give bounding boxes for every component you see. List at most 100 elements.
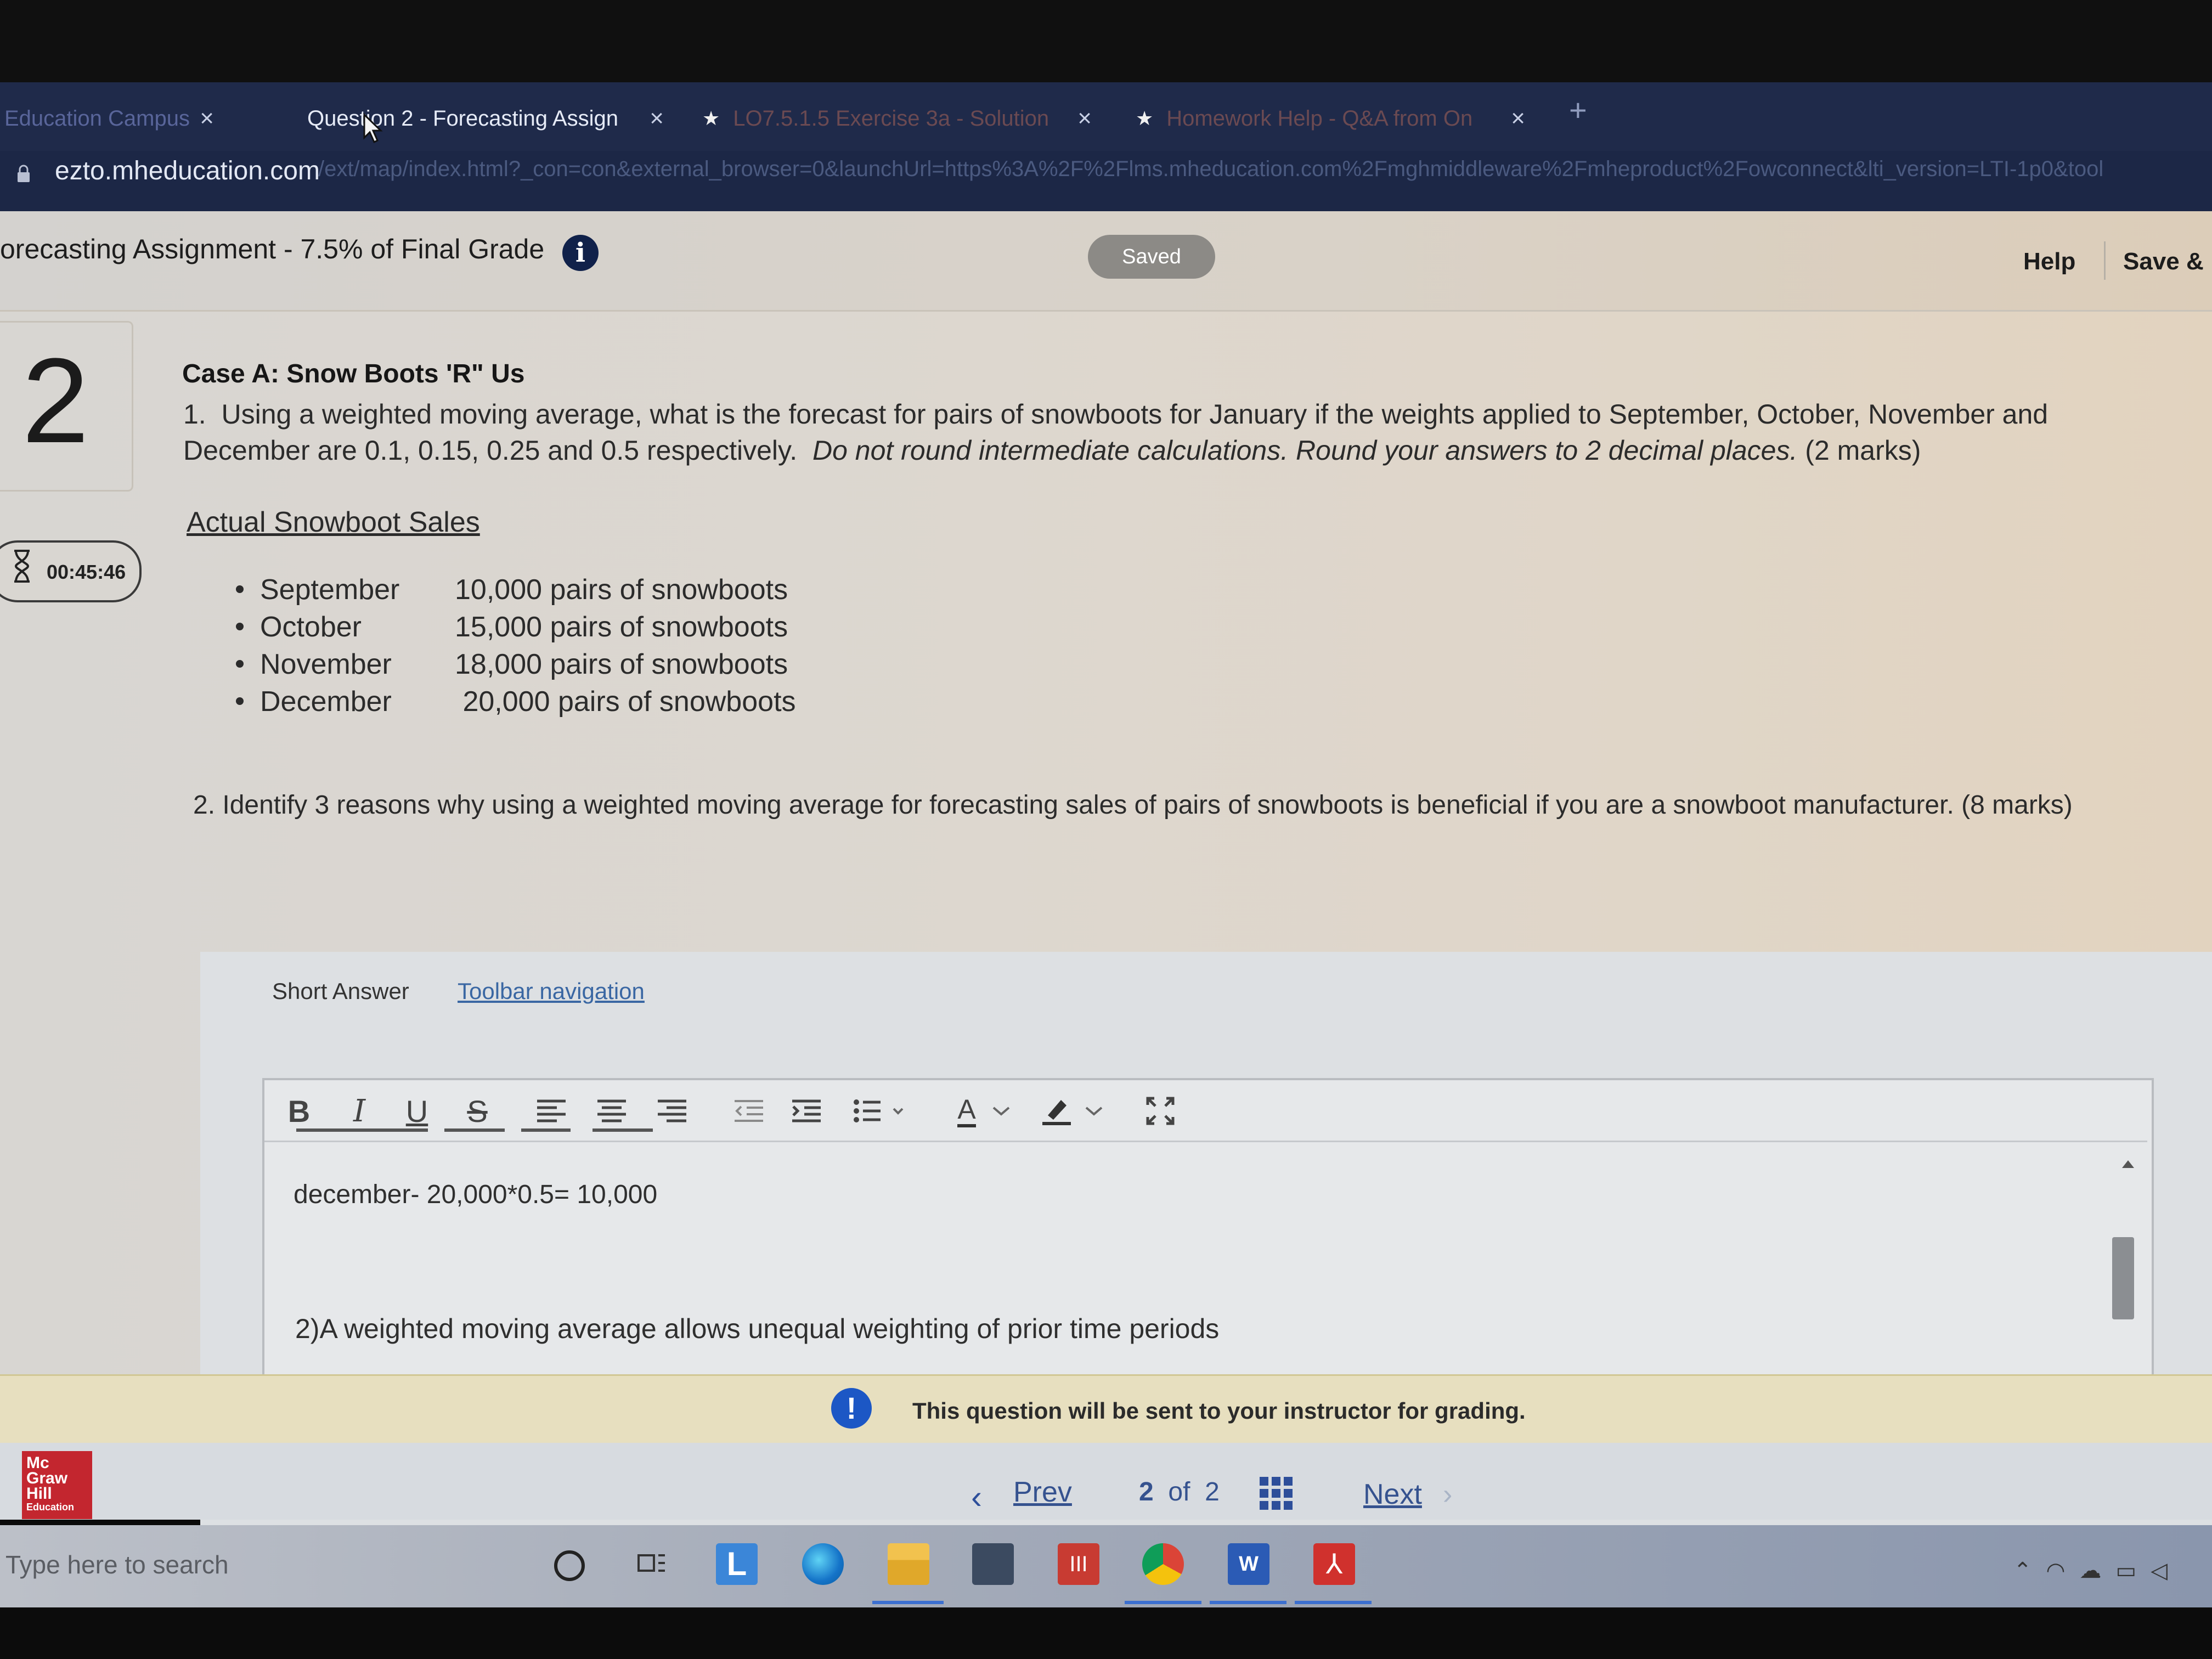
tab-label: Education Campus (4, 106, 190, 131)
fullscreen-button[interactable] (1144, 1084, 1177, 1138)
tab-education-campus[interactable]: Education Campus × (0, 94, 219, 143)
clipped-previous-line (296, 1128, 713, 1136)
task-view-icon[interactable] (636, 1550, 667, 1576)
edge-browser-icon[interactable] (802, 1543, 844, 1585)
answer-text-line[interactable]: december- 20,000*0.5= 10,000 (294, 1180, 657, 1210)
logo-line: Education (26, 1502, 75, 1513)
scroll-up-icon[interactable] (2122, 1160, 2134, 1168)
question-1-number: 1. (183, 399, 206, 430)
tab-question-2[interactable]: Question 2 - Forecasting Assign × (274, 94, 664, 143)
saved-status-badge: Saved (1088, 235, 1215, 279)
save-exit-button[interactable]: Save & (2123, 248, 2204, 275)
fullscreen-icon (1146, 1097, 1175, 1125)
bulleted-list-icon (854, 1099, 904, 1122)
close-icon[interactable]: × (200, 105, 214, 132)
tab-homework-help[interactable]: ★ Homework Help - Q&A from On × (1136, 94, 1531, 143)
close-icon[interactable]: × (650, 105, 664, 132)
outdent-button[interactable] (732, 1084, 765, 1138)
mouse-cursor-icon (363, 112, 383, 144)
question-1-text: 1. Using a weighted moving average, what… (183, 396, 2158, 469)
browser-tab-bar: Education Campus × Question 2 - Forecast… (0, 82, 2212, 151)
file-explorer-icon[interactable] (888, 1543, 929, 1585)
toolbar-navigation-link[interactable]: Toolbar navigation (458, 978, 645, 1005)
url-text[interactable]: ezto.mheducation.com (55, 155, 320, 188)
running-indicator (872, 1601, 944, 1604)
taskbar-search-placeholder[interactable]: Type here to search (5, 1550, 229, 1579)
chevron-left-icon[interactable]: ‹ (971, 1478, 982, 1516)
bulleted-list-button[interactable] (850, 1084, 911, 1138)
sales-heading: Actual Snowboot Sales (187, 506, 480, 538)
list-item: September 10,000 pairs of snowboots (236, 573, 788, 606)
chevron-right-icon[interactable]: › (1443, 1478, 1452, 1511)
case-title: Case A: Snow Boots 'R" Us (182, 359, 525, 388)
font-color-letter: A (957, 1094, 976, 1127)
sales-month: September (260, 574, 400, 606)
chevron-up-icon[interactable]: ⌃ (2013, 1559, 2046, 1583)
close-icon[interactable]: × (1511, 105, 1525, 132)
prev-button[interactable]: Prev (1013, 1476, 1072, 1509)
mcgraw-hill-logo: Mc Graw Hill Education (22, 1451, 92, 1519)
sales-value: 20,000 pairs of snowboots (455, 686, 796, 718)
running-indicator (1125, 1601, 1201, 1604)
star-icon: ★ (1136, 107, 1154, 129)
outdent-icon (735, 1100, 763, 1122)
wifi-icon[interactable]: ◠ (2046, 1559, 2080, 1583)
cortana-icon[interactable] (554, 1550, 585, 1581)
sales-month: November (260, 648, 392, 680)
hourglass-icon (14, 550, 30, 583)
editor-scrollbar[interactable] (2112, 1237, 2134, 1319)
question-grid-icon[interactable] (1260, 1477, 1293, 1510)
running-indicator (1295, 1601, 1372, 1604)
list-item: November 18,000 pairs of snowboots (236, 648, 788, 681)
next-button[interactable]: Next (1363, 1478, 1422, 1511)
highlight-color-button[interactable] (1037, 1084, 1108, 1138)
star-icon: ★ (702, 107, 720, 129)
page-current: 2 (1139, 1477, 1154, 1506)
chrome-icon[interactable] (1142, 1543, 1184, 1585)
assignment-title: orecasting Assignment - 7.5% of Final Gr… (0, 234, 545, 264)
new-tab-icon[interactable]: + (1569, 92, 1587, 128)
onedrive-icon[interactable]: ☁ (2079, 1559, 2115, 1583)
launcher-app-icon[interactable]: L (716, 1543, 758, 1585)
grading-notice-text: This question will be sent to your instr… (912, 1398, 1526, 1424)
answer-text-line[interactable]: 2)A weighted moving average allows unequ… (295, 1313, 1219, 1345)
tab-exercise-solution[interactable]: ★ LO7.5.1.5 Exercise 3a - Solution × (702, 94, 1097, 143)
close-icon[interactable]: × (1077, 105, 1092, 132)
question-2-text: 2. Identify 3 reasons why using a weight… (193, 791, 2073, 820)
sales-value: 18,000 pairs of snowboots (455, 648, 788, 680)
acrobat-icon[interactable]: ⅄ (1313, 1543, 1355, 1585)
indent-button[interactable] (790, 1084, 823, 1138)
question-1-instructions: Do not round intermediate calculations. … (812, 435, 1798, 466)
volume-icon[interactable]: ◁ (2151, 1559, 2182, 1583)
bullet (236, 623, 244, 631)
logo-line: Hill (26, 1485, 52, 1503)
question-number: 2 (22, 333, 89, 468)
page-of: of (1168, 1477, 1190, 1506)
timer-text: 00:45:46 (47, 561, 126, 583)
lock-icon (18, 165, 30, 182)
sales-value: 10,000 pairs of snowboots (455, 574, 788, 606)
word-icon[interactable]: W (1228, 1543, 1269, 1585)
help-button[interactable]: Help (2023, 248, 2075, 275)
page-total: 2 (1205, 1477, 1220, 1506)
chevron-down-icon (1085, 1107, 1103, 1116)
answer-type-label: Short Answer (272, 978, 409, 1004)
screen-bezel-top (0, 0, 2212, 82)
list-item: October 15,000 pairs of snowboots (236, 611, 788, 644)
url-path-text: /ext/map/index.html?_con=con&external_br… (318, 157, 2104, 181)
store-icon[interactable] (972, 1543, 1014, 1585)
bullet (236, 697, 244, 706)
red-app-icon[interactable]: III (1058, 1543, 1099, 1585)
info-icon[interactable]: i (562, 235, 599, 271)
bullet (236, 585, 244, 594)
bullet (236, 660, 244, 668)
question-1-marks: (2 marks) (1805, 435, 1921, 466)
battery-icon[interactable]: ▭ (2115, 1559, 2151, 1583)
system-tray[interactable]: ⌃◠☁▭◁ (2013, 1558, 2182, 1583)
tab-label: LO7.5.1.5 Exercise 3a - Solution (733, 106, 1049, 131)
logo-line: Mc (26, 1454, 49, 1472)
sales-month: December (260, 686, 392, 718)
sales-month: October (260, 611, 362, 643)
indent-icon (792, 1099, 821, 1122)
font-color-button[interactable]: A (952, 1084, 1018, 1138)
